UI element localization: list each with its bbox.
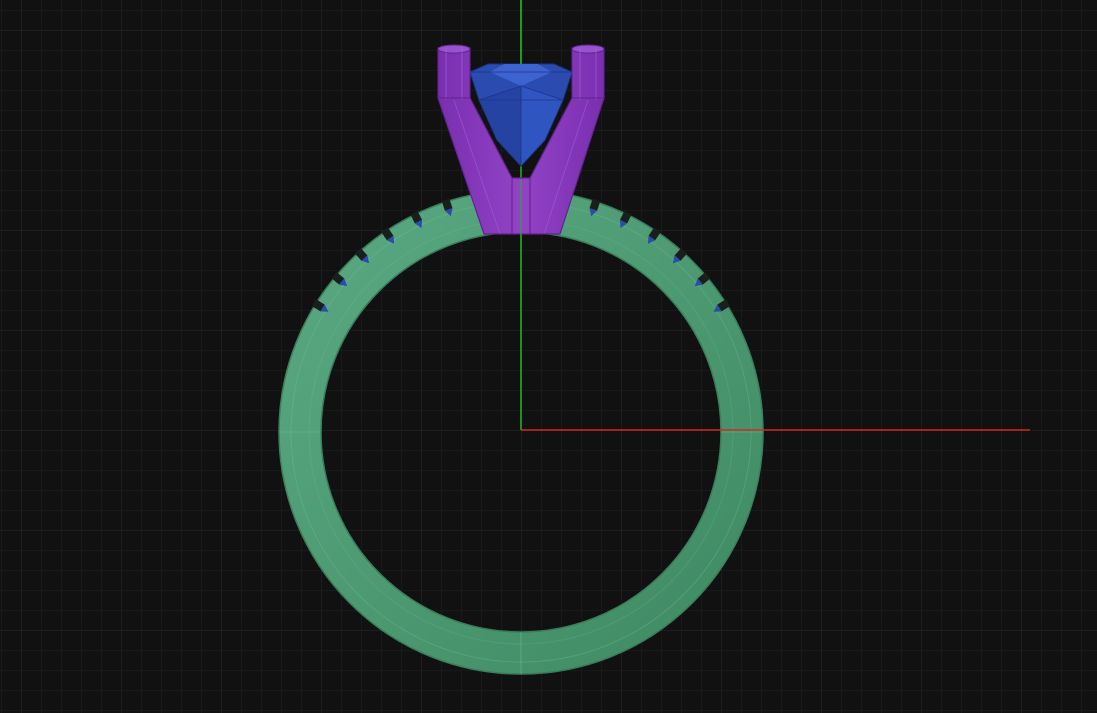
3d-viewport[interactable] (0, 0, 1097, 713)
left-prong-tip (437, 44, 471, 54)
viewport-canvas[interactable] (0, 0, 1097, 713)
right-prong-tip (571, 44, 605, 54)
